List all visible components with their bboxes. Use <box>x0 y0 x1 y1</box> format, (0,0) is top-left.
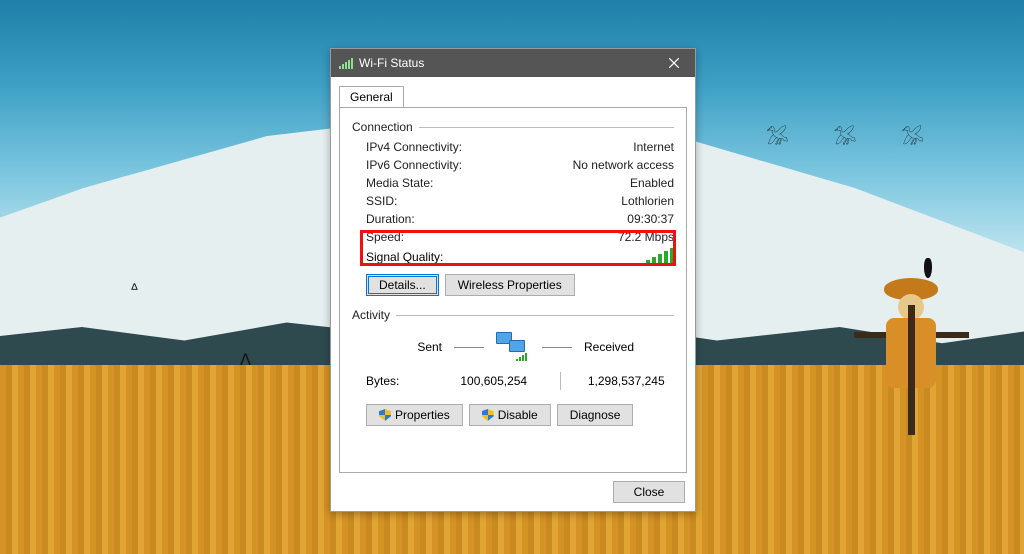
wireless-properties-button[interactable]: Wireless Properties <box>445 274 575 296</box>
ssid-row: SSID: Lothlorien <box>352 192 674 210</box>
tab-panel: Connection IPv4 Connectivity: Internet I… <box>339 107 687 473</box>
activity-group: Activity Sent Received Bytes: 100,605,25… <box>352 308 674 426</box>
ipv6-row: IPv6 Connectivity: No network access <box>352 156 674 174</box>
properties-label: Properties <box>395 408 450 422</box>
duration-row: Duration: 09:30:37 <box>352 210 674 228</box>
close-dialog-button[interactable]: Close <box>613 481 685 503</box>
details-button[interactable]: Details... <box>366 274 439 296</box>
tabstrip: General <box>331 77 695 107</box>
bytes-received: 1,298,537,245 <box>579 374 675 388</box>
bytes-sent: 100,605,254 <box>446 374 542 388</box>
disable-button[interactable]: Disable <box>469 404 551 426</box>
ipv6-label: IPv6 Connectivity: <box>366 158 462 172</box>
tab-general[interactable]: General <box>339 86 404 108</box>
duration-label: Duration: <box>366 212 415 226</box>
bytes-row: Bytes: 100,605,254 1,298,537,245 <box>352 368 674 394</box>
media-row: Media State: Enabled <box>352 174 674 192</box>
ssid-value: Lothlorien <box>621 194 674 208</box>
properties-button[interactable]: Properties <box>366 404 463 426</box>
dialog-footer: Close <box>331 473 695 511</box>
ipv4-row: IPv4 Connectivity: Internet <box>352 138 674 156</box>
titlebar: Wi-Fi Status <box>331 49 695 77</box>
ssid-label: SSID: <box>366 194 397 208</box>
shield-icon <box>379 409 391 421</box>
signal-label: Signal Quality: <box>366 250 443 264</box>
signal-bars-icon <box>646 248 674 264</box>
wifi-icon <box>339 57 353 69</box>
bytes-label: Bytes: <box>366 374 446 388</box>
duration-value: 09:30:37 <box>627 212 674 226</box>
speed-value: 72.2 Mbps <box>618 230 674 244</box>
connection-group-label: Connection <box>352 120 413 134</box>
ipv6-value: No network access <box>573 158 674 172</box>
activity-group-label: Activity <box>352 308 390 322</box>
connection-group: Connection IPv4 Connectivity: Internet I… <box>352 120 674 304</box>
close-icon <box>669 58 679 68</box>
speed-label: Speed: <box>366 230 404 244</box>
diagnose-button[interactable]: Diagnose <box>557 404 634 426</box>
close-button[interactable] <box>653 49 695 77</box>
shield-icon <box>482 409 494 421</box>
signal-row: Signal Quality: <box>352 246 674 270</box>
ipv4-value: Internet <box>633 140 674 154</box>
window-title: Wi-Fi Status <box>359 56 653 70</box>
disable-label: Disable <box>498 408 538 422</box>
media-label: Media State: <box>366 176 433 190</box>
sent-label: Sent <box>390 340 442 354</box>
wifi-status-dialog: Wi-Fi Status General Connection IPv4 Con… <box>330 48 696 512</box>
network-activity-icon <box>496 332 530 362</box>
ipv4-label: IPv4 Connectivity: <box>366 140 462 154</box>
media-value: Enabled <box>630 176 674 190</box>
speed-row: Speed: 72.2 Mbps <box>352 228 674 246</box>
received-label: Received <box>584 340 636 354</box>
